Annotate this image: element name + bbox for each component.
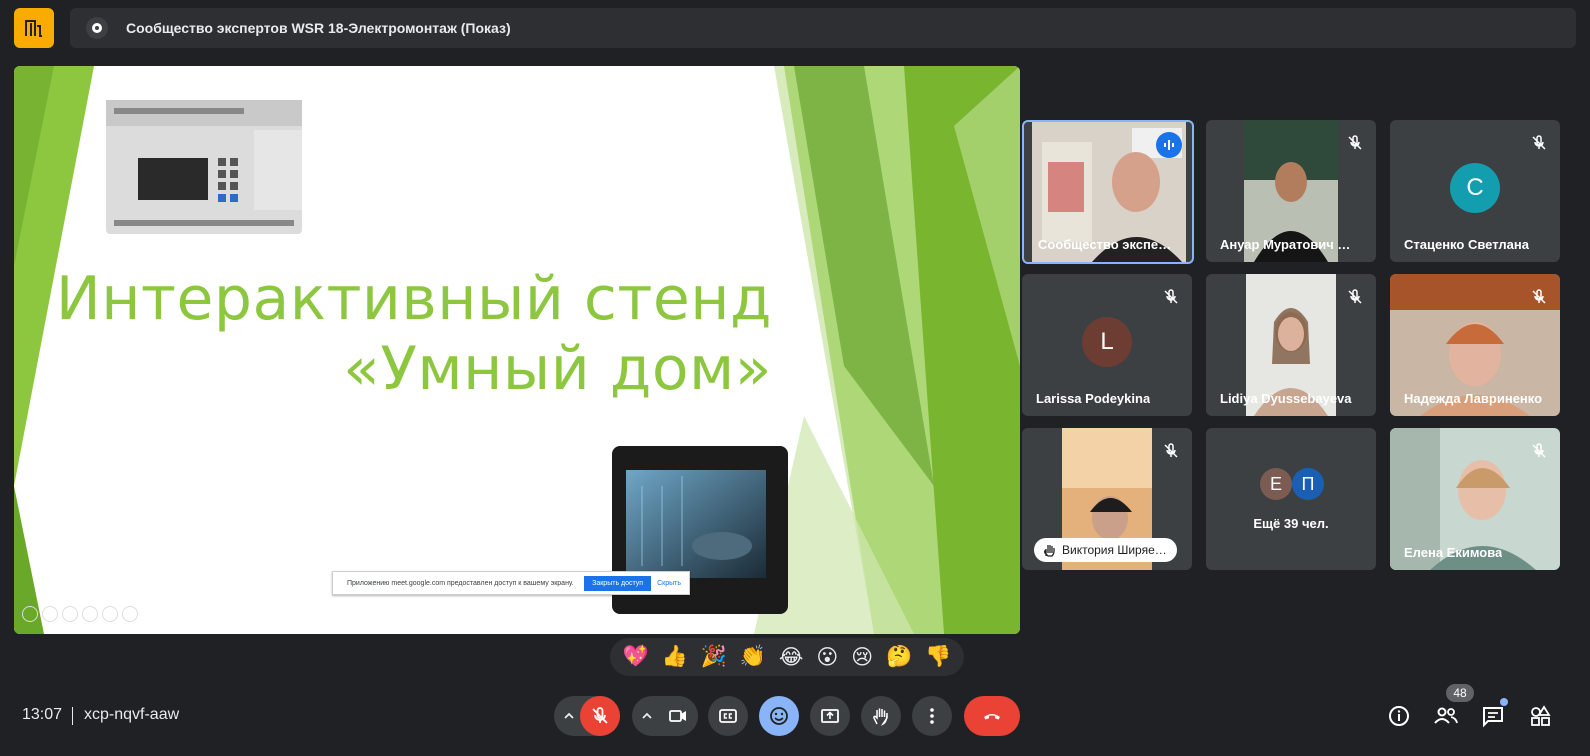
raise-hand-button[interactable] (861, 696, 901, 736)
meeting-title-bar[interactable]: Сообщество экспертов WSR 18-Электромонта… (70, 8, 1576, 48)
screen-share-notice: Приложению meet.google.com предоставлен … (332, 571, 690, 595)
slides-icon[interactable] (82, 606, 98, 622)
info-icon (1389, 706, 1409, 726)
chevron-up-icon[interactable] (562, 709, 576, 723)
mic-toggle-button[interactable] (580, 696, 620, 736)
reaction-joy[interactable]: 😂 (779, 645, 804, 670)
slide-title-line1: Интерактивный стенд (55, 264, 772, 334)
mic-off-icon (1164, 289, 1178, 304)
participant-name-pill: Виктория Ширяе… (1034, 538, 1177, 562)
zoom-icon[interactable] (102, 606, 118, 622)
reactions-button[interactable] (759, 696, 799, 736)
participant-tile[interactable]: С Стаценко Светлана (1390, 120, 1560, 262)
participant-name: Larissa Podeykina (1036, 391, 1151, 406)
plc-controller-image (106, 100, 302, 234)
participant-tile[interactable]: Виктория Ширяе… (1022, 428, 1192, 570)
participant-name: Стаценко Светлана (1404, 237, 1529, 252)
meeting-details-button[interactable] (1386, 703, 1412, 729)
mic-off-icon (1348, 289, 1362, 304)
activities-icon (1531, 705, 1551, 726)
reaction-surprised[interactable]: 😮 (816, 645, 838, 670)
mic-off-icon (592, 707, 608, 724)
speaking-indicator-icon (1156, 132, 1182, 158)
chat-button[interactable] (1480, 703, 1506, 729)
pen-icon[interactable] (62, 606, 78, 622)
participant-name: Виктория Ширяе… (1062, 543, 1167, 557)
leave-call-button[interactable] (964, 696, 1020, 736)
mic-off-icon (1532, 135, 1546, 150)
participant-tile[interactable]: Lidiya Dyussebayeva (1206, 274, 1376, 416)
participant-tile[interactable]: Сообщество экспе… (1022, 120, 1194, 264)
reaction-thumbs-up[interactable]: 👍 (662, 645, 688, 669)
captions-button[interactable] (708, 696, 748, 736)
emoji-icon (770, 707, 788, 725)
present-to-all-icon (821, 709, 839, 723)
prev-slide-icon[interactable] (22, 606, 38, 622)
camera-control-group (632, 696, 698, 736)
stop-sharing-button[interactable]: Закрыть доступ (584, 575, 652, 591)
host-avatar (86, 17, 108, 39)
participant-tile[interactable]: Ануар Муратович … (1206, 120, 1376, 262)
raised-hand-icon (1044, 545, 1055, 557)
participant-name: Lidiya Dyussebayeva (1220, 391, 1352, 406)
chat-notification-dot (1500, 698, 1508, 706)
meeting-clock: 13:07 (22, 706, 63, 723)
meet-logo-icon[interactable] (14, 8, 54, 48)
mic-off-icon (1532, 443, 1546, 458)
reaction-thumbs-down[interactable]: 👎 (925, 645, 951, 669)
camera-toggle-button[interactable] (658, 696, 698, 736)
participant-avatar: П (1292, 468, 1324, 500)
slide-title-line2: «Умный дом» (343, 334, 772, 404)
raise-hand-icon (873, 708, 888, 726)
slide-title: Интерактивный стенд «Умный дом» (56, 264, 772, 404)
reaction-crying[interactable]: 😢 (851, 645, 873, 670)
participant-name: Сообщество экспе… (1038, 237, 1172, 252)
meeting-code: xcp-nqvf-aaw (84, 706, 180, 723)
participant-avatar: Е (1260, 468, 1292, 500)
bottom-divider (72, 707, 73, 725)
people-button[interactable] (1433, 703, 1459, 729)
activities-button[interactable] (1527, 703, 1553, 729)
people-count-badge: 48 (1446, 684, 1474, 702)
participant-tile[interactable]: L Larissa Podeykina (1022, 274, 1192, 416)
participant-avatar: С (1450, 163, 1500, 213)
chevron-up-icon[interactable] (640, 709, 654, 723)
participant-tile[interactable]: Елена Екимова (1390, 428, 1560, 570)
reaction-sparkling-heart[interactable]: 💖 (622, 645, 648, 669)
mic-off-icon (1348, 135, 1362, 150)
participant-name: Елена Екимова (1404, 545, 1503, 560)
next-slide-icon[interactable] (42, 606, 58, 622)
chat-icon (1483, 707, 1503, 728)
videocam-icon (669, 710, 686, 722)
participant-tile[interactable]: Надежда Лавриненко (1390, 274, 1560, 416)
closed-caption-icon (719, 709, 737, 723)
more-slide-options-icon[interactable] (122, 606, 138, 622)
participant-name: Надежда Лавриненко (1404, 391, 1543, 406)
more-vert-icon (930, 708, 934, 724)
present-now-button[interactable] (810, 696, 850, 736)
more-participants-tile[interactable]: Е П Ещё 39 чел. (1206, 428, 1376, 570)
reaction-party-popper[interactable]: 🎉 (701, 645, 727, 669)
reaction-clapping[interactable]: 👏 (740, 645, 766, 669)
reactions-bar: 💖 👍 🎉 👏 😂 😮 😢 🤔 👎 (610, 638, 964, 676)
slide-controls (22, 606, 138, 622)
mic-off-icon (1164, 443, 1178, 458)
reaction-thinking[interactable]: 🤔 (886, 645, 912, 669)
more-options-button[interactable] (912, 696, 952, 736)
presentation-view[interactable]: Интерактивный стенд «Умный дом» Приложен… (14, 66, 1020, 634)
meeting-title: Сообщество экспертов WSR 18-Электромонта… (126, 20, 511, 36)
share-notice-text: Приложению meet.google.com предоставлен … (347, 579, 574, 587)
mic-control-group (554, 696, 620, 736)
people-icon (1434, 707, 1458, 724)
more-participants-label: Ещё 39 чел. (1253, 516, 1329, 531)
participant-name: Ануар Муратович … (1220, 237, 1351, 252)
participant-avatar: L (1082, 317, 1132, 367)
mic-off-icon (1532, 289, 1546, 304)
hide-notice-button[interactable]: Скрыть (657, 580, 681, 587)
call-end-icon (984, 714, 1000, 720)
